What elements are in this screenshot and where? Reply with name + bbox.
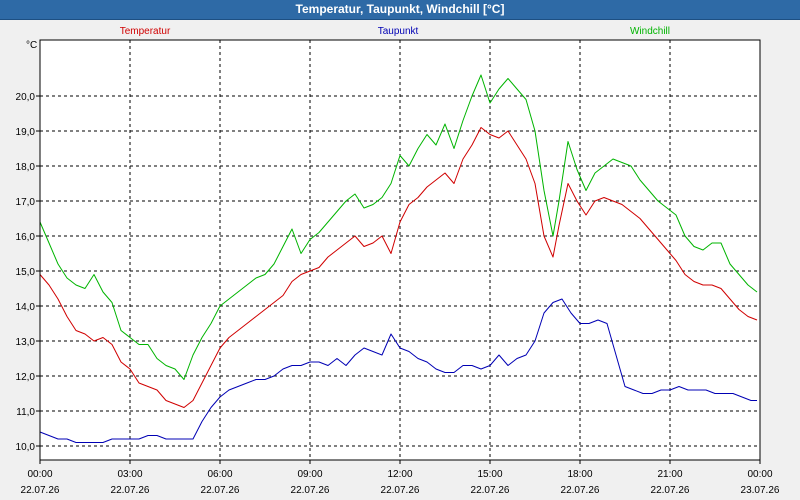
y-tick-label: 13,0: [16, 337, 36, 348]
chart-canvas: 10,0 11,0 12,0 13,0 14,0 15,0 16,0 17,0 18,0 19,0…: [16, 26, 780, 496]
y-tick-label: 19,0: [16, 127, 36, 138]
x-tick-date-label: 22.07.26: [291, 485, 330, 496]
x-tick-time-label: 00:00: [747, 469, 772, 480]
x-tick-date-label: 22.07.26: [111, 485, 150, 496]
x-tick-time-label: 00:00: [27, 469, 52, 480]
y-tick-label: 18,0: [16, 162, 36, 173]
x-tick-time-label: 12:00: [387, 469, 412, 480]
y-tick-label: 15,0: [16, 267, 36, 278]
x-tick-date-label: 22.07.26: [381, 485, 420, 496]
legend-label-taupunkt: Taupunkt: [378, 26, 419, 37]
y-tick-label: 12,0: [16, 372, 36, 383]
y-tick-label: 10,0: [16, 442, 36, 453]
y-tick-label: 17,0: [16, 197, 36, 208]
y-tick-label: 11,0: [16, 407, 35, 418]
y-tick-label: 14,0: [16, 302, 36, 313]
x-tick-time-label: 03:00: [117, 469, 142, 480]
y-axis-unit-label: °C: [26, 40, 37, 51]
x-tick-time-label: 21:00: [657, 469, 682, 480]
legend-label-windchill: Windchill: [630, 26, 670, 37]
x-tick-date-label: 23.07.26: [741, 485, 780, 496]
legend: Temperatur Taupunkt Windchill: [120, 26, 670, 37]
x-tick-time-label: 09:00: [297, 469, 322, 480]
x-tick-time-label: 18:00: [567, 469, 592, 480]
legend-label-temperatur: Temperatur: [120, 26, 171, 37]
x-tick-time-label: 15:00: [477, 469, 502, 480]
y-tick-label: 16,0: [16, 232, 36, 243]
x-tick-date-label: 22.07.26: [471, 485, 510, 496]
x-tick-date-label: 22.07.26: [651, 485, 690, 496]
x-tick-date-label: 22.07.26: [561, 485, 600, 496]
x-tick-date-label: 22.07.26: [201, 485, 240, 496]
x-tick-time-label: 06:00: [207, 469, 232, 480]
y-tick-label: 20,0: [16, 92, 36, 103]
x-tick-date-label: 22.07.26: [21, 485, 60, 496]
